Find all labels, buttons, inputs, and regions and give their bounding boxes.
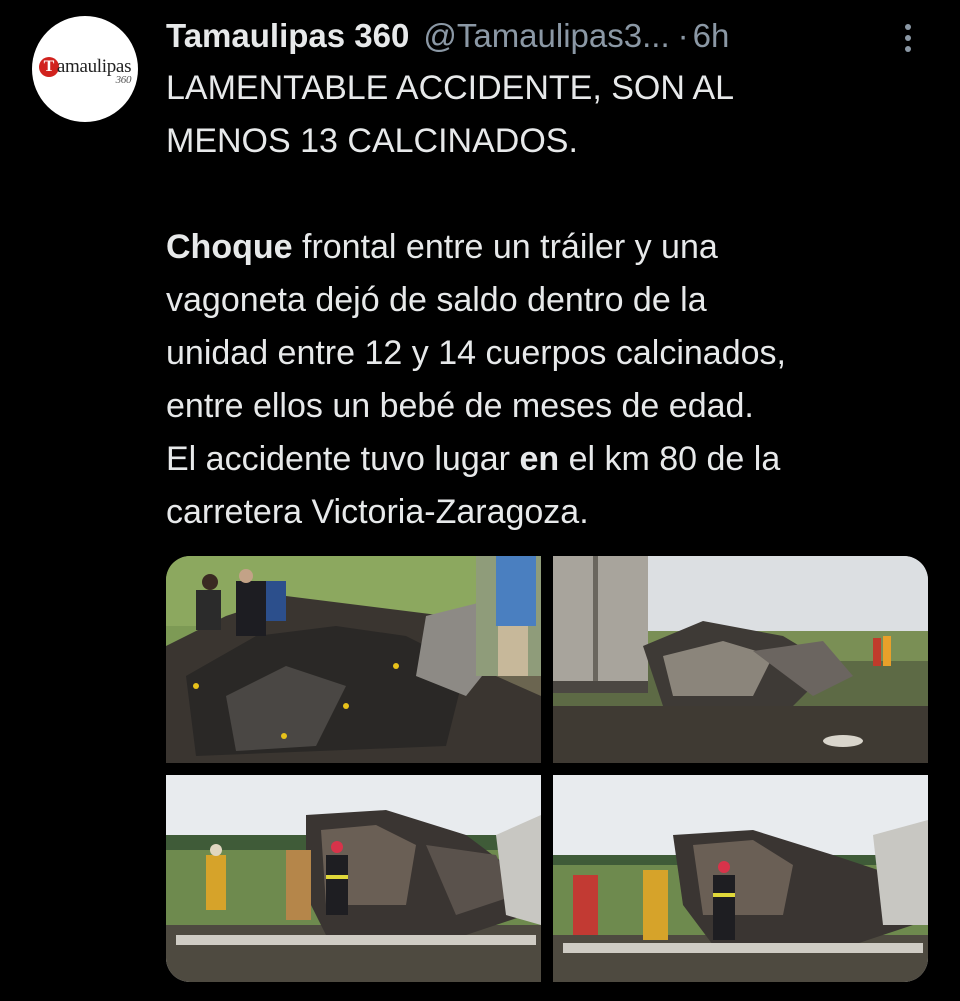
text-line: entre ellos un bebé de meses de edad. xyxy=(166,387,754,425)
headline-line: LAMENTABLE ACCIDENTE, SON AL xyxy=(166,69,735,107)
author-name[interactable]: Tamaulipas 360 xyxy=(166,17,409,55)
separator-dot: · xyxy=(677,17,689,54)
avatar[interactable]: Tamaulipas 360 xyxy=(32,16,138,122)
tweet-text: LAMENTABLE ACCIDENTE, SON AL MENOS 13 CA… xyxy=(166,62,926,539)
photo-firefighters-at-burned-van-closeup[interactable] xyxy=(553,775,928,982)
bold-word: Choque xyxy=(166,228,293,266)
text-line: El accidente tuvo lugar en el km 80 de l… xyxy=(166,440,781,478)
avatar-logo: Tamaulipas 360 xyxy=(38,56,131,86)
photo-trailer-and-debris-field[interactable] xyxy=(553,556,928,763)
photo-burned-wreck-with-investigators[interactable] xyxy=(166,556,541,763)
more-vertical-icon[interactable] xyxy=(898,18,918,58)
tweet-header: Tamaulipas 360 @Tamaulipas3... · 6h xyxy=(166,12,926,60)
tweet-time[interactable]: 6h xyxy=(693,17,730,55)
media-grid xyxy=(166,556,928,982)
photo-firefighters-at-burned-van[interactable] xyxy=(166,775,541,982)
text-line: vagoneta dejó de saldo dentro de la xyxy=(166,281,707,319)
logo-t-badge: T xyxy=(38,57,59,77)
text-line: Choque frontal entre un tráiler y una xyxy=(166,228,718,266)
headline-line: MENOS 13 CALCINADOS. xyxy=(166,122,578,160)
tweet[interactable]: Tamaulipas 360 Tamaulipas 360 @Tamaulipa… xyxy=(0,0,960,1001)
text-line: unidad entre 12 y 14 cuerpos calcinados, xyxy=(166,334,786,372)
bold-word: en xyxy=(519,440,560,478)
text-line: carretera Victoria-Zaragoza. xyxy=(166,493,589,531)
author-handle[interactable]: @Tamaulipas3... xyxy=(423,17,669,55)
logo-number: 360 xyxy=(115,74,132,86)
